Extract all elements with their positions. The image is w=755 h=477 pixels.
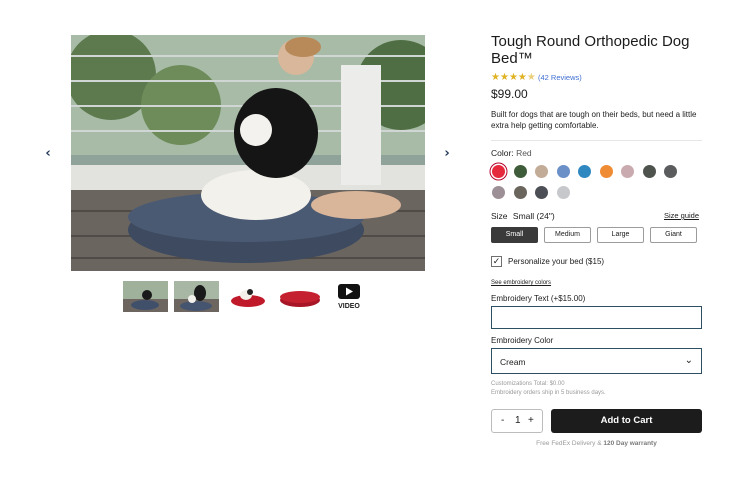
star-icon: ★ — [499, 72, 509, 83]
color-swatch[interactable] — [556, 165, 570, 178]
size-small-button[interactable]: Small — [491, 227, 538, 243]
color-selected-value: Red — [516, 148, 532, 158]
main-product-image — [71, 35, 425, 271]
size-label-text: Size — [491, 211, 508, 221]
thumb-photo-deck — [123, 281, 168, 312]
color-label: Color: Red — [491, 148, 532, 158]
delivery-note: Free FedEx Delivery & 120 Day warranty — [491, 440, 702, 447]
color-swatch[interactable] — [599, 165, 613, 178]
checkmark-icon: ✓ — [492, 256, 501, 266]
chevron-down-icon: ⌄ — [684, 355, 693, 366]
delivery-prefix: Free FedEx Delivery & — [536, 440, 602, 447]
color-swatch[interactable] — [642, 165, 656, 178]
color-swatch[interactable] — [556, 186, 570, 199]
qty-value[interactable]: 1 — [515, 415, 521, 426]
reviews-link[interactable]: (42 Reviews) — [538, 73, 582, 82]
color-swatch[interactable] — [492, 186, 505, 199]
embroidery-color-select[interactable]: Cream ⌄ — [491, 348, 702, 374]
color-swatch[interactable] — [513, 165, 527, 178]
embroidery-text-input[interactable] — [491, 306, 702, 329]
thumbnail-1[interactable] — [123, 281, 168, 312]
thumb-photo-dog-red-bed — [226, 281, 271, 312]
product-price: $99.00 — [491, 87, 528, 101]
star-half-icon: ★ — [526, 72, 536, 83]
color-swatch[interactable] — [492, 165, 505, 178]
delivery-warranty: 120 Day warranty — [603, 440, 657, 447]
prev-arrow[interactable]: ‹ — [41, 146, 55, 162]
video-label: VIDEO — [338, 303, 360, 310]
star-icon: ★ — [491, 72, 500, 83]
color-swatch[interactable] — [578, 165, 591, 178]
qty-minus-button[interactable]: - — [501, 415, 504, 426]
star-icon: ★ — [508, 72, 518, 83]
product-description: Built for dogs that are tough on their b… — [491, 110, 697, 130]
add-to-cart-button[interactable]: Add to Cart — [551, 409, 702, 433]
thumb-photo-woman-dog — [174, 281, 219, 312]
chevron-left-icon: ‹ — [45, 146, 51, 161]
embroidery-text-label: Embroidery Text (+$15.00) — [491, 294, 586, 303]
thumbnail-2[interactable] — [174, 281, 219, 312]
customizations-total: Customizations Total: $0.00 — [491, 381, 565, 387]
thumbnail-4[interactable] — [278, 281, 323, 312]
embroidery-ship-note: Embroidery orders ship in 5 business day… — [491, 390, 606, 396]
divider — [491, 140, 702, 141]
embroidery-colors-link[interactable]: See embroidery colors — [491, 280, 551, 286]
size-giant-button[interactable]: Giant — [650, 227, 697, 243]
color-swatch[interactable] — [535, 165, 548, 178]
quantity-stepper: - 1 + — [491, 409, 543, 433]
chevron-right-icon: › — [444, 146, 450, 161]
next-arrow[interactable]: › — [440, 146, 454, 162]
video-play-icon — [338, 284, 360, 299]
thumbnail-3[interactable] — [226, 281, 271, 312]
star-icon: ★ — [517, 72, 527, 83]
size-guide-link[interactable]: Size guide — [664, 211, 699, 220]
product-title: Tough Round Orthopedic Dog Bed™ — [491, 33, 690, 67]
thumb-photo-red-bed — [278, 281, 323, 312]
thumbnail-strip — [122, 281, 364, 315]
color-label-text: Color: — [491, 148, 514, 158]
rating-stars: ★★★★★ — [491, 72, 536, 83]
qty-plus-button[interactable]: + — [528, 415, 534, 426]
personalize-label: Personalize your bed ($15) — [508, 257, 605, 266]
color-swatch[interactable] — [513, 186, 527, 199]
size-large-button[interactable]: Large — [597, 227, 644, 243]
color-swatch[interactable] — [664, 165, 677, 178]
embroidery-color-label: Embroidery Color — [491, 336, 554, 345]
photo-woman-with-dog-on-bed — [71, 35, 425, 271]
color-swatch[interactable] — [535, 186, 548, 199]
size-selected-value: Small (24") — [512, 211, 555, 221]
embroidery-color-value: Cream — [500, 357, 526, 367]
size-label: Size Small (24") — [491, 211, 555, 221]
color-swatch[interactable] — [621, 165, 634, 178]
personalize-checkbox[interactable]: ✓ — [491, 256, 502, 267]
size-medium-button[interactable]: Medium — [544, 227, 591, 243]
